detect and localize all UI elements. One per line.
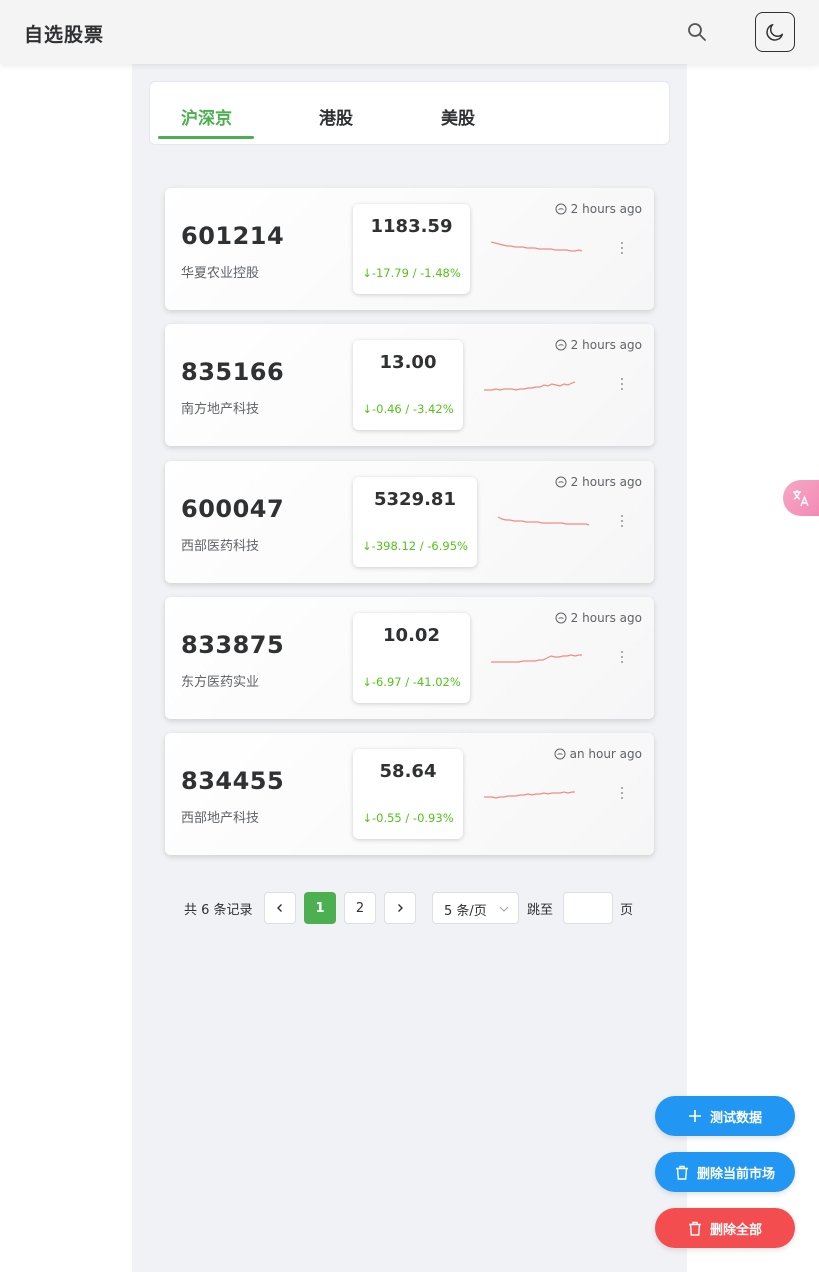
app-header: 自选股票	[0, 0, 819, 64]
sparkline-chart	[491, 241, 583, 252]
price-box: 10.02 ↓-6.97 / -41.02%	[353, 613, 470, 703]
update-time-text: 2 hours ago	[570, 202, 642, 216]
pagination: 共 6 条记录 1 2 5 条/页 跳至 页	[132, 892, 687, 924]
page-button-2[interactable]: 2	[344, 892, 376, 924]
stock-change: ↓-6.97 / -41.02%	[362, 675, 461, 689]
update-time-text: 2 hours ago	[570, 475, 642, 489]
stock-code: 601214	[181, 222, 285, 250]
chevron-right-icon	[398, 904, 403, 912]
clock-icon	[555, 339, 567, 351]
page-button-1[interactable]: 1	[304, 892, 336, 924]
update-time-text: 2 hours ago	[570, 611, 642, 625]
total-records: 共 6 条记录	[184, 903, 253, 918]
translate-icon	[793, 490, 809, 507]
stock-change: ↓-398.12 / -6.95%	[362, 539, 468, 553]
clock-icon	[555, 203, 567, 215]
page-title: 自选股票	[24, 24, 105, 46]
stock-price: 10.02	[383, 625, 440, 646]
update-time: 2 hours ago	[555, 611, 642, 625]
market-tabs: 沪深京 港股 美股	[149, 81, 670, 145]
stock-price: 5329.81	[374, 489, 456, 510]
price-box: 5329.81 ↓-398.12 / -6.95%	[353, 477, 477, 567]
translate-button[interactable]	[783, 480, 819, 516]
chevron-left-icon	[277, 904, 282, 912]
more-vertical-icon[interactable]	[620, 377, 624, 391]
add-test-data-label: 测试数据	[709, 1110, 762, 1126]
stock-card[interactable]: 835166 南方地产科技 13.00 ↓-0.46 / -3.42% 2 ho…	[165, 324, 654, 446]
tab-us[interactable]: 美股	[441, 104, 475, 129]
update-time: 2 hours ago	[555, 338, 642, 352]
stock-name: 华夏农业控股	[181, 266, 260, 281]
stock-price: 13.00	[379, 352, 437, 373]
delete-all-button[interactable]: 删除全部	[655, 1208, 795, 1248]
stock-code: 600047	[181, 495, 285, 523]
update-time: 2 hours ago	[555, 475, 642, 489]
page-size-value: 5 条/页	[444, 904, 487, 919]
stock-card[interactable]: 601214 华夏农业控股 1183.59 ↓-17.79 / -1.48% 2…	[165, 188, 654, 310]
price-box: 13.00 ↓-0.46 / -3.42%	[353, 340, 463, 430]
search-icon	[688, 23, 706, 41]
stock-change: ↓-0.55 / -0.93%	[362, 811, 454, 825]
trash-icon	[675, 1165, 688, 1180]
main-content: 沪深京 港股 美股 601214 华夏农业控股 1183.59 ↓-17.79 …	[132, 64, 687, 1272]
clock-icon	[554, 748, 566, 760]
more-vertical-icon[interactable]	[620, 514, 624, 528]
clock-icon	[555, 612, 567, 624]
stock-price: 1183.59	[370, 216, 453, 237]
prev-page-button[interactable]	[264, 892, 296, 924]
update-time: an hour ago	[554, 747, 642, 761]
stock-change: ↓-17.79 / -1.48%	[362, 266, 461, 280]
plus-icon	[688, 1110, 701, 1122]
tab-hk[interactable]: 港股	[319, 104, 353, 129]
jump-page-input[interactable]	[563, 892, 613, 924]
theme-toggle-button[interactable]	[755, 12, 795, 52]
jump-label: 跳至	[527, 903, 554, 918]
stock-name: 东方医药实业	[181, 675, 260, 690]
more-vertical-icon[interactable]	[620, 650, 624, 664]
stock-name: 西部地产科技	[181, 811, 260, 826]
trash-icon	[688, 1221, 701, 1236]
sparkline-chart	[491, 654, 582, 663]
stock-card[interactable]: 600047 西部医药科技 5329.81 ↓-398.12 / -6.95% …	[165, 461, 654, 583]
stock-code: 835166	[181, 358, 285, 386]
chevron-down-icon	[499, 906, 509, 912]
delete-market-label: 删除当前市场	[696, 1166, 775, 1182]
tab-hs-jing[interactable]: 沪深京	[181, 104, 232, 129]
clock-icon	[555, 476, 567, 488]
sparkline-chart	[484, 791, 575, 799]
add-test-data-button[interactable]: 测试数据	[655, 1096, 795, 1136]
price-box: 1183.59 ↓-17.79 / -1.48%	[353, 204, 470, 294]
stock-name: 南方地产科技	[181, 402, 260, 417]
stock-change: ↓-0.46 / -3.42%	[362, 402, 454, 416]
stock-code: 833875	[181, 631, 285, 659]
delete-market-button[interactable]: 删除当前市场	[655, 1152, 795, 1192]
update-time-text: an hour ago	[569, 747, 642, 761]
moon-icon	[766, 23, 784, 41]
stock-card[interactable]: 834455 西部地产科技 58.64 ↓-0.55 / -0.93% an h…	[165, 733, 654, 855]
stock-name: 西部医药科技	[181, 539, 260, 554]
price-box: 58.64 ↓-0.55 / -0.93%	[353, 749, 463, 839]
stock-card[interactable]: 833875 东方医药实业 10.02 ↓-6.97 / -41.02% 2 h…	[165, 597, 654, 719]
sparkline-chart	[498, 516, 590, 526]
sparkline-chart	[484, 381, 576, 391]
page-suffix-label: 页	[620, 903, 634, 918]
update-time-text: 2 hours ago	[570, 338, 642, 352]
search-button[interactable]	[684, 19, 710, 45]
active-tab-indicator	[158, 136, 254, 139]
more-vertical-icon[interactable]	[620, 241, 624, 255]
update-time: 2 hours ago	[555, 202, 642, 216]
more-vertical-icon[interactable]	[620, 786, 624, 800]
delete-all-label: 删除全部	[709, 1222, 762, 1238]
page-size-select[interactable]: 5 条/页	[432, 892, 519, 924]
stock-price: 58.64	[379, 761, 437, 782]
next-page-button[interactable]	[384, 892, 416, 924]
stock-code: 834455	[181, 767, 285, 795]
